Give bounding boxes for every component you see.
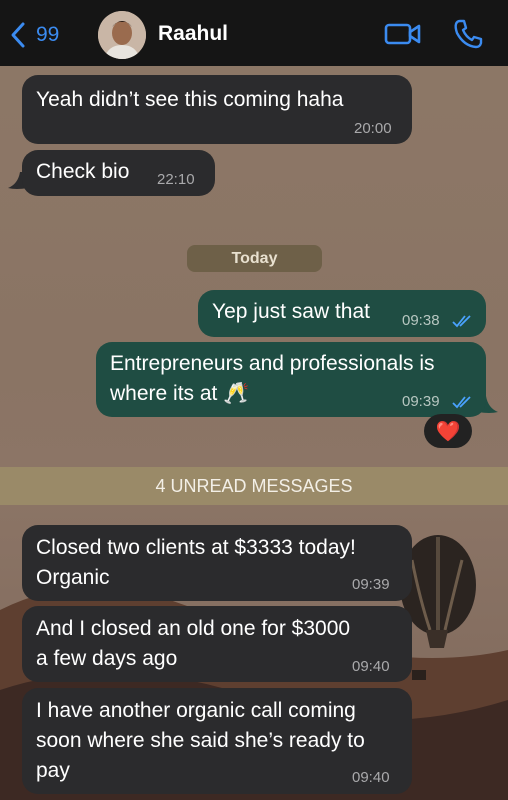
message-bubble-outgoing[interactable]: Yep just saw that 09:38 [198, 290, 486, 337]
contact-photo [98, 11, 146, 59]
video-camera-icon[interactable] [384, 20, 422, 48]
back-button[interactable]: 99 [10, 20, 59, 50]
message-bubble-incoming[interactable]: Yeah didn’t see this coming haha 20:00 [22, 75, 412, 144]
double-check-icon [452, 396, 471, 409]
message-bubble-incoming[interactable]: Closed two clients at $3333 today! Organ… [22, 525, 412, 601]
message-bubble-incoming[interactable]: Check bio 22:10 [22, 150, 215, 196]
message-time: 09:40 [352, 658, 390, 675]
message-text: Yep just saw that [212, 300, 370, 323]
chat-header: 99 Raahul [0, 0, 508, 66]
message-text: I have another organic call coming soon … [36, 699, 365, 782]
message-text: Entrepreneurs and professionals is where… [110, 352, 435, 405]
unread-chats-count: 99 [36, 23, 60, 46]
message-time: 09:40 [352, 769, 390, 786]
message-text: Closed two clients at $3333 today! Organ… [36, 536, 356, 589]
message-time: 09:38 [402, 312, 440, 329]
double-check-icon [452, 315, 471, 328]
avatar[interactable] [98, 11, 146, 59]
message-time: 09:39 [352, 576, 390, 593]
contact-name[interactable]: Raahul [158, 22, 228, 46]
date-divider: Today [187, 245, 322, 272]
message-bubble-incoming[interactable]: I have another organic call coming soon … [22, 688, 412, 794]
message-bubble-incoming[interactable]: And I closed an old one for $3000 a few … [22, 606, 412, 682]
heart-reaction-icon[interactable]: ❤️ [424, 414, 472, 448]
chevron-left-icon [11, 22, 25, 48]
unread-messages-divider: 4 UNREAD MESSAGES [0, 467, 508, 505]
message-text: And I closed an old one for $3000 a few … [36, 617, 351, 670]
message-text: Check bio [36, 160, 130, 183]
message-time: 09:39 [402, 393, 440, 410]
message-bubble-outgoing[interactable]: Entrepreneurs and professionals is where… [96, 342, 486, 417]
message-time: 20:00 [354, 120, 392, 137]
phone-icon[interactable] [452, 18, 484, 50]
message-time: 22:10 [157, 171, 195, 188]
message-text: Yeah didn’t see this coming haha [36, 88, 344, 111]
